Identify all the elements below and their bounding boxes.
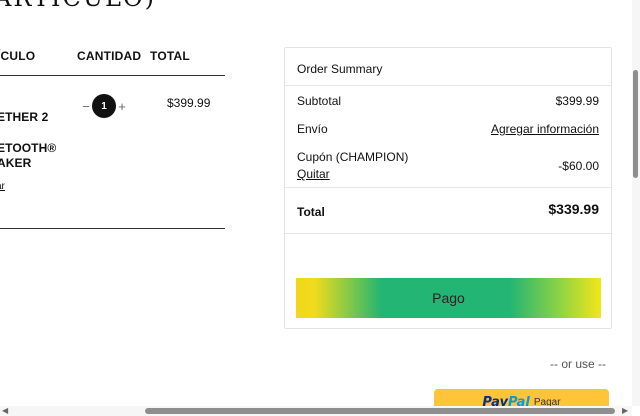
- quantity-stepper: − 1 +: [80, 94, 128, 118]
- remove-coupon-link[interactable]: Quitar: [297, 167, 599, 181]
- product-name-line: ETOOTH®: [0, 141, 57, 155]
- quantity-decrease-button[interactable]: −: [80, 99, 92, 114]
- horizontal-scrollbar-thumb[interactable]: [145, 408, 615, 414]
- column-header-total: TOTAL: [150, 49, 190, 63]
- product-name-line: AKER: [0, 156, 32, 170]
- alt-payment-divider: -- or use --: [550, 357, 607, 371]
- coupon-value: -$60.00: [558, 159, 599, 173]
- page-heading: ARTÍCULO): [0, 0, 156, 12]
- remove-item-link[interactable]: ar: [0, 181, 5, 192]
- cart-table: ÍCULO CANTIDAD TOTAL ETHER 2 ETOOTH® AKE…: [0, 40, 225, 230]
- coupon-row: Cupón (CHAMPION) Quitar -$60.00: [297, 150, 599, 181]
- vertical-scrollbar-thumb[interactable]: [633, 70, 638, 178]
- product-name-line: ETHER 2: [0, 110, 49, 124]
- shipping-row: Envío Agregar información: [297, 122, 599, 136]
- summary-divider: [285, 187, 611, 188]
- column-header-quantity: CANTIDAD: [77, 49, 142, 63]
- checkout-button[interactable]: Pago: [296, 278, 601, 318]
- quantity-increase-button[interactable]: +: [116, 99, 128, 114]
- summary-divider: [285, 85, 611, 86]
- coupon-label: Cupón (CHAMPION): [297, 150, 409, 164]
- table-divider: [0, 228, 225, 229]
- vertical-scrollbar[interactable]: [632, 0, 640, 406]
- column-header-item: ÍCULO: [0, 49, 36, 63]
- scroll-right-arrow-icon[interactable]: ▶: [622, 406, 628, 416]
- summary-divider: [285, 233, 611, 234]
- subtotal-row: Subtotal $399.99: [297, 94, 599, 108]
- subtotal-label: Subtotal: [297, 94, 342, 108]
- order-summary-title: Order Summary: [297, 62, 383, 76]
- add-shipping-info-link[interactable]: Agregar información: [491, 122, 599, 136]
- shipping-label: Envío: [297, 122, 328, 136]
- total-label: Total: [297, 205, 325, 219]
- subtotal-value: $399.99: [555, 94, 599, 108]
- scroll-left-arrow-icon[interactable]: ◀: [2, 406, 8, 416]
- order-summary-panel: Order Summary Subtotal $399.99 Envío Agr…: [284, 47, 612, 329]
- total-value: $339.99: [548, 201, 599, 217]
- checkout-button-label: Pago: [432, 290, 465, 306]
- table-divider: [0, 75, 225, 76]
- line-total: $399.99: [167, 96, 211, 110]
- total-row: Total $339.99: [297, 201, 599, 219]
- quantity-value: 1: [92, 94, 116, 118]
